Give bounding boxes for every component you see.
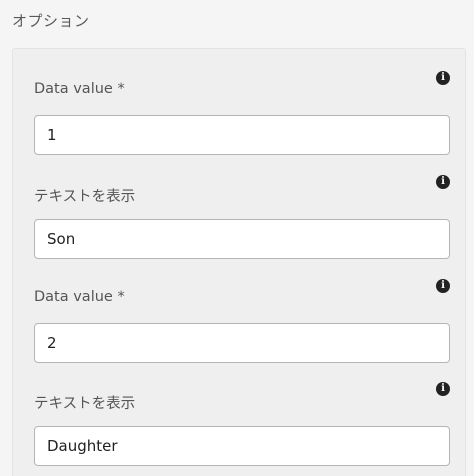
display-text-input[interactable] <box>34 219 450 259</box>
data-value-input[interactable] <box>34 115 450 155</box>
info-icon[interactable]: i <box>436 175 450 189</box>
section-title: オプション <box>12 12 90 30</box>
display-text-label: テキストを表示 <box>34 396 136 412</box>
info-icon[interactable]: i <box>436 382 450 396</box>
data-value-input[interactable] <box>34 323 450 363</box>
display-text-label: テキストを表示 <box>34 189 136 205</box>
display-text-input[interactable] <box>34 426 450 466</box>
info-icon[interactable]: i <box>436 71 450 85</box>
data-value-label: Data value * <box>34 81 125 97</box>
data-value-label: Data value * <box>34 289 125 305</box>
options-editor: オプション Data value * i テキストを表示 i Data valu… <box>0 0 474 476</box>
info-icon[interactable]: i <box>436 279 450 293</box>
options-panel: Data value * i テキストを表示 i Data value * i … <box>12 48 466 476</box>
